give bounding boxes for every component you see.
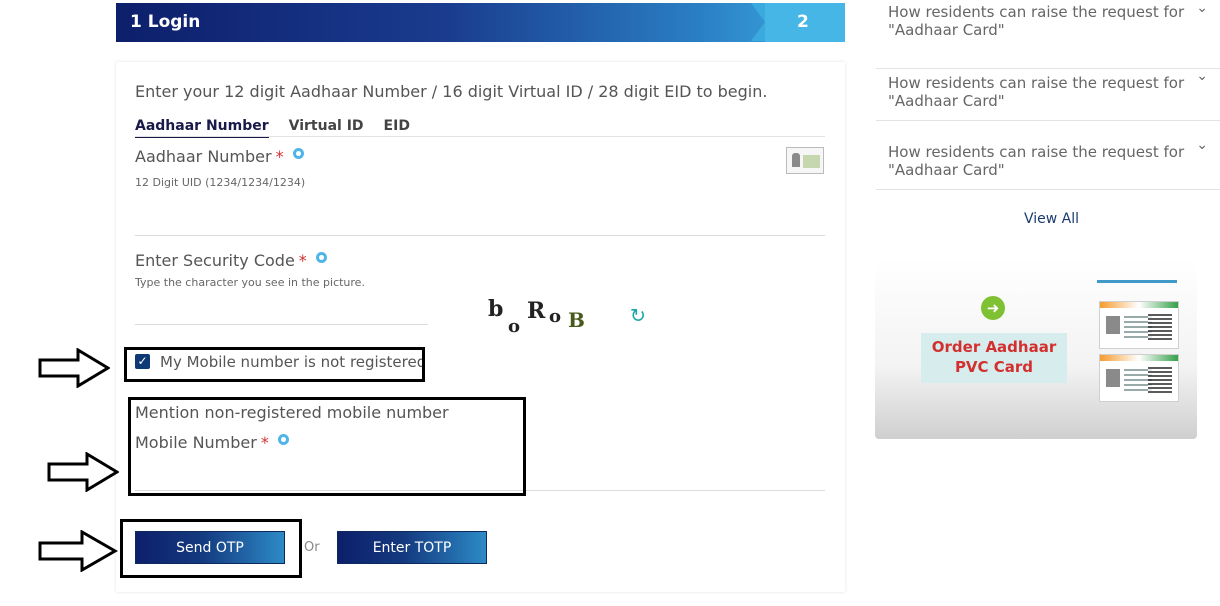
banner-title: Order Aadhaar PVC Card	[921, 333, 1067, 383]
annotation-box	[124, 347, 425, 382]
tab-aadhaar-number[interactable]: Aadhaar Number	[135, 118, 269, 138]
order-pvc-banner[interactable]: ➜ Order Aadhaar PVC Card	[875, 258, 1197, 439]
id-type-tabs: Aadhaar Number Virtual ID EID	[135, 118, 410, 138]
chevron-down-icon[interactable]: ⌄	[1196, 68, 1208, 84]
banner-bar	[1097, 280, 1177, 283]
arrow-right-icon	[38, 348, 110, 388]
required-mark: *	[275, 147, 284, 166]
captcha-char: b	[488, 296, 504, 322]
arrow-circle-icon: ➜	[981, 296, 1005, 320]
faq-item[interactable]: How residents can raise the request for …	[876, 121, 1220, 190]
security-code-label-text: Enter Security Code	[135, 251, 295, 270]
arrow-right-icon	[38, 530, 118, 572]
id-card-icon	[1099, 301, 1179, 349]
id-card-icon	[786, 147, 824, 174]
captcha-char: B	[568, 308, 585, 332]
captcha-image: b o R o B	[488, 296, 598, 340]
faq-item[interactable]: How residents can raise the request for …	[876, 52, 1220, 121]
next-step-indicator: 2	[751, 3, 845, 42]
refresh-icon[interactable]: ↻	[630, 305, 646, 327]
tab-eid[interactable]: EID	[384, 118, 410, 138]
login-card	[116, 62, 845, 592]
security-code-input[interactable]	[135, 324, 428, 325]
captcha-char: R	[527, 298, 546, 324]
chevron-down-icon[interactable]: ⌄	[1196, 137, 1208, 153]
security-code-hint: Type the character you see in the pictur…	[135, 276, 365, 289]
id-card-icon	[1099, 354, 1179, 402]
arrow-right-icon	[47, 452, 119, 492]
view-all-link[interactable]: View All	[1024, 211, 1079, 227]
security-code-label: Enter Security Code *	[135, 251, 327, 270]
step-header: 1 Login 2	[116, 3, 845, 42]
or-separator: Or	[304, 540, 320, 555]
faq-question: How residents can raise the request for …	[888, 143, 1185, 179]
step-chevron	[751, 3, 765, 41]
aadhaar-number-label: Aadhaar Number *	[135, 147, 304, 166]
step-title: 1 Login	[130, 12, 201, 32]
info-icon[interactable]	[292, 148, 304, 159]
required-mark: *	[298, 251, 307, 270]
annotation-box	[128, 397, 526, 496]
tab-virtual-id[interactable]: Virtual ID	[289, 118, 364, 138]
aadhaar-number-input[interactable]	[135, 235, 825, 236]
faq-question: How residents can raise the request for …	[888, 74, 1185, 110]
captcha-char: o	[508, 316, 521, 337]
captcha-char: o	[549, 306, 562, 327]
enter-totp-button[interactable]: Enter TOTP	[337, 531, 487, 564]
intro-text: Enter your 12 digit Aadhaar Number / 16 …	[135, 82, 768, 101]
info-icon[interactable]	[315, 252, 327, 263]
aadhaar-number-hint: 12 Digit UID (1234/1234/1234)	[135, 176, 306, 189]
chevron-down-icon[interactable]: ⌄	[1196, 0, 1208, 16]
aadhaar-number-label-text: Aadhaar Number	[135, 147, 272, 166]
annotation-box	[120, 519, 302, 578]
tabs-divider	[135, 136, 825, 137]
faq-question: How residents can raise the request for …	[888, 3, 1185, 39]
next-step-number: 2	[797, 12, 809, 32]
